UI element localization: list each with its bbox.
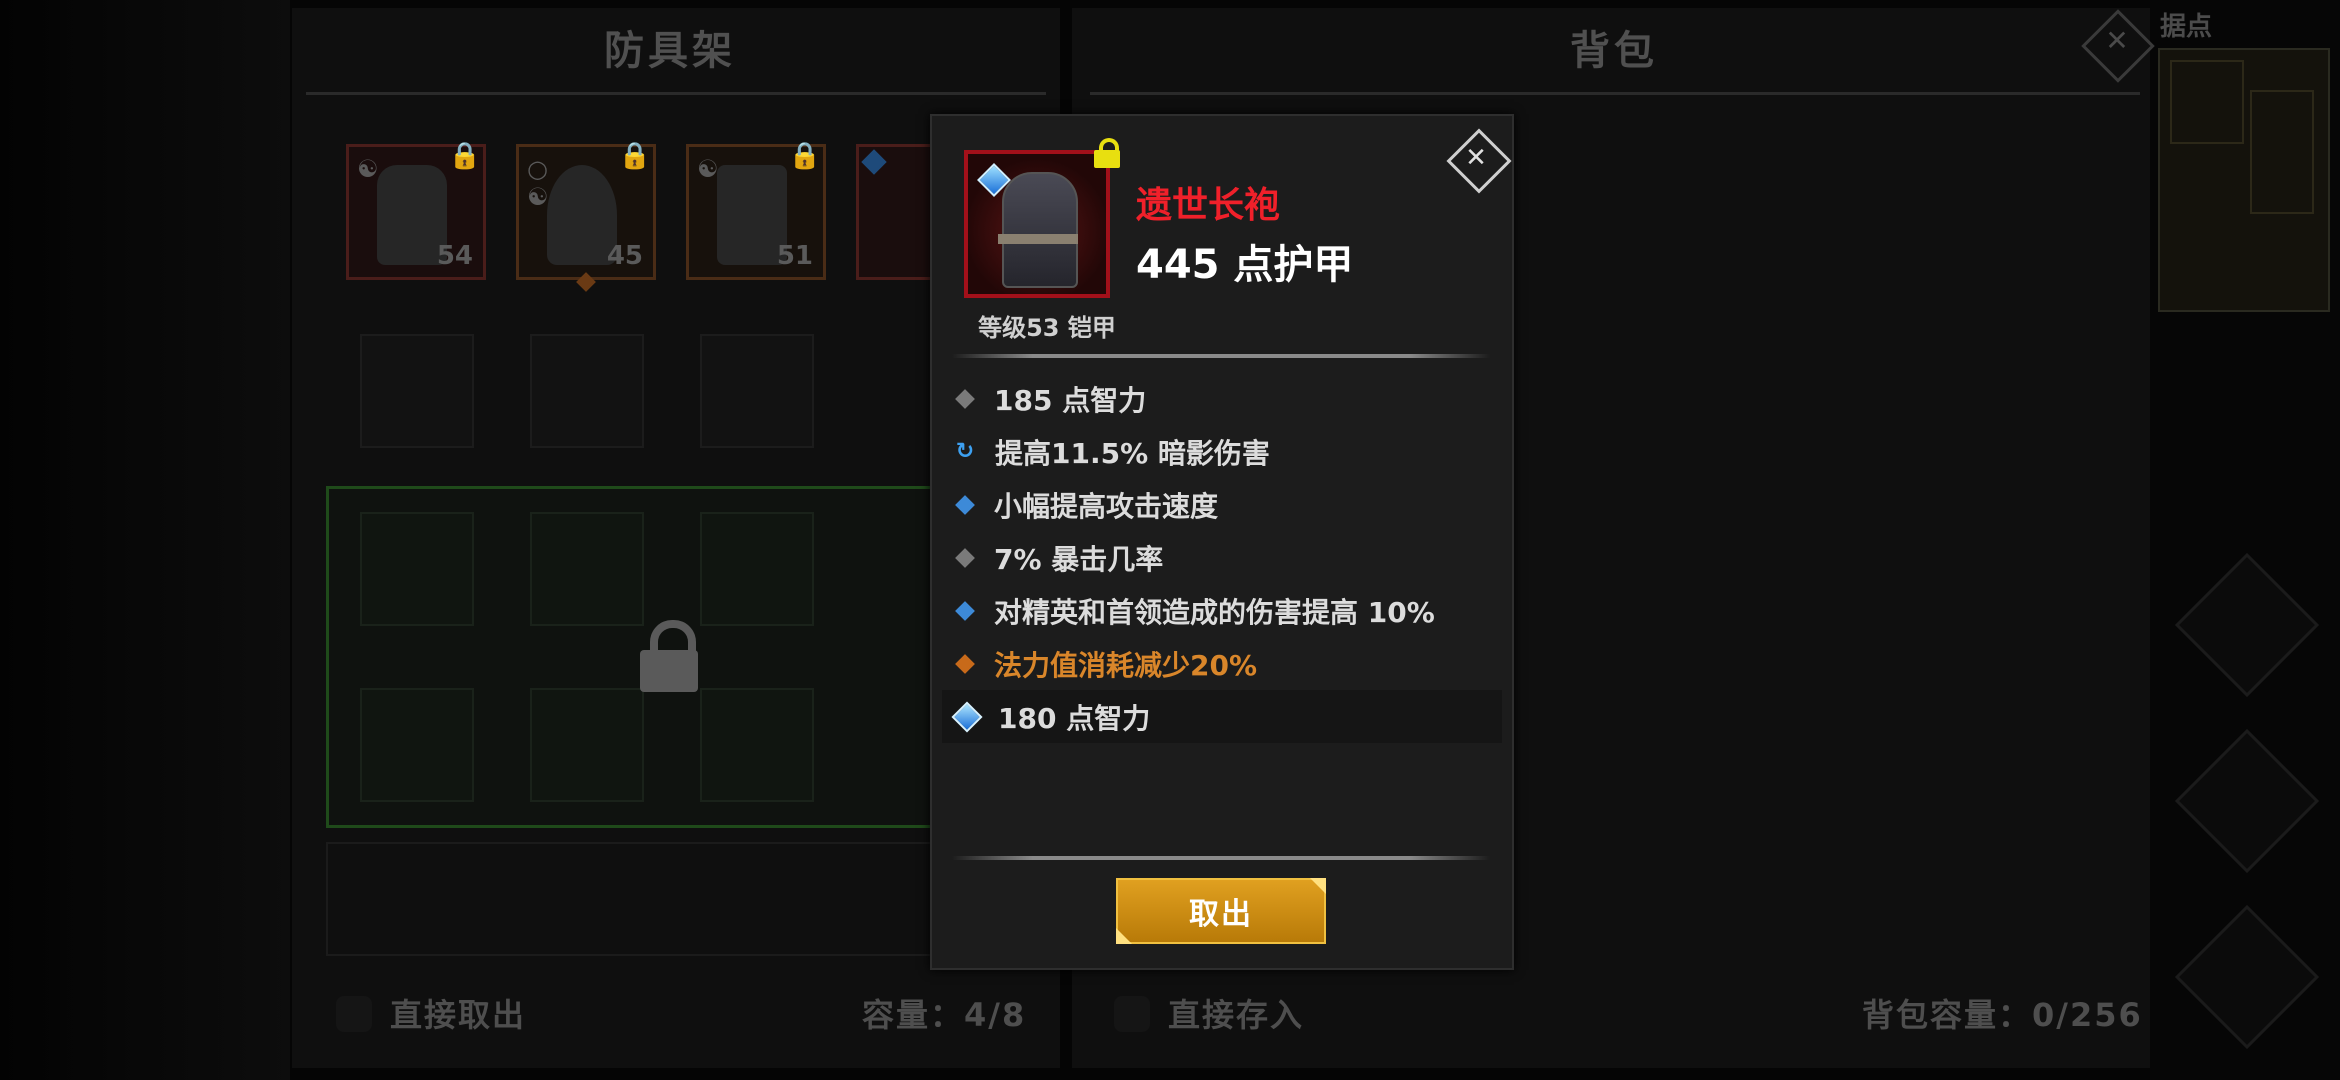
empty-slot[interactable] (360, 334, 474, 448)
diamond-bullet-icon (955, 388, 975, 409)
diamond-bullet-icon (955, 600, 975, 621)
slot-level: 51 (776, 241, 813, 271)
stat-text: 小幅提高攻击速度 (994, 489, 1219, 523)
armor-slot-robe[interactable] (856, 144, 936, 280)
lock-icon[interactable] (1094, 138, 1120, 168)
robe-belt (998, 234, 1078, 244)
stat-text: 180 点智力 (998, 701, 1151, 735)
take-out-button[interactable]: 取出 (1116, 878, 1326, 944)
armor-slot-boots[interactable]: ☯ 🔒 51 (686, 141, 826, 280)
stat-row: 185 点智力 (942, 372, 1502, 425)
backpack-capacity: 背包容量：0/256 (1862, 996, 2143, 1034)
yin-yang-icon: ☯ (527, 183, 549, 211)
panel-divider (306, 92, 1046, 95)
stat-text: 7% 暴击几率 (994, 542, 1164, 576)
diamond-bullet-icon (955, 494, 975, 515)
stat-text: 法力值消耗减少20% (994, 648, 1258, 682)
locked-slot (360, 688, 474, 802)
locked-slot (700, 688, 814, 802)
lock-icon: 🔒 (788, 141, 821, 171)
direct-store-checkbox[interactable] (1114, 996, 1150, 1032)
lock-icon: 🔒 (448, 141, 481, 171)
locked-slot (530, 688, 644, 802)
locked-slot (700, 512, 814, 626)
close-icon[interactable]: ✕ (2102, 24, 2132, 60)
item-icon (964, 150, 1110, 298)
gem-icon (861, 149, 887, 175)
lock-icon (640, 620, 700, 692)
minimap-room (2250, 90, 2314, 214)
stat-row: 7% 暴击几率 (942, 531, 1502, 584)
direct-take-checkbox[interactable] (336, 996, 372, 1032)
stat-row-socket: 180 点智力 (942, 690, 1502, 743)
stat-row: ↻ 提高11.5% 暗影伤害 (942, 425, 1502, 478)
stat-row: 小幅提高攻击速度 (942, 478, 1502, 531)
stat-text: 对精英和首领造成的伤害提高 10% (994, 595, 1435, 629)
background-left (0, 0, 290, 1080)
minimap-room (2170, 60, 2244, 144)
armor-slot-hood[interactable]: ○ ☯ 🔒 45 (516, 141, 656, 292)
gem-icon (951, 700, 983, 733)
item-armor: 445 点护甲 (1136, 242, 1354, 288)
storage-row (326, 842, 936, 956)
minimap-label: 据点 (2160, 12, 2213, 42)
item-name: 遗世长袍 (1136, 185, 1281, 226)
rack-capacity: 容量：4/8 (862, 996, 1027, 1034)
minimap[interactable] (2158, 48, 2330, 312)
locked-slot (530, 512, 644, 626)
slot-level: 45 (606, 241, 643, 271)
stat-text: 提高11.5% 暗影伤害 (995, 436, 1270, 470)
item-tooltip: 遗世长袍 445 点护甲 等级53 铠甲 ✕ 185 点智力 ↻ 提高11.5%… (930, 114, 1514, 970)
backpack-title: 背包 (1570, 28, 1658, 74)
yin-yang-icon: ☯ (697, 155, 719, 183)
direct-take-label: 直接取出 (390, 996, 527, 1034)
direct-store-label: 直接存入 (1168, 996, 1305, 1034)
close-icon[interactable]: ✕ (1458, 140, 1494, 176)
empty-slot[interactable] (530, 334, 644, 448)
locked-slot (360, 512, 474, 626)
stat-text: 185 点智力 (994, 383, 1147, 417)
reroll-icon: ↻ (955, 438, 975, 464)
stat-list: 185 点智力 ↻ 提高11.5% 暗影伤害 小幅提高攻击速度 7% 暴击几率 … (942, 372, 1502, 743)
divider (952, 354, 1490, 358)
empty-slot[interactable] (700, 334, 814, 448)
robe-icon (1002, 172, 1078, 288)
yin-yang-icon: ☯ (357, 155, 379, 183)
item-level-type: 等级53 铠甲 (978, 314, 1116, 342)
diamond-bullet-icon (955, 547, 975, 568)
yin-yang-icon: ○ (527, 155, 548, 183)
stat-row: 对精英和首领造成的伤害提高 10% (942, 584, 1502, 637)
panel-divider (1090, 92, 2140, 95)
divider (952, 856, 1490, 860)
armor-rack-title: 防具架 (604, 28, 736, 74)
armor-slot-helmet[interactable]: ☯ 🔒 54 (346, 141, 486, 280)
diamond-bullet-icon (955, 653, 975, 674)
stat-row-legendary: 法力值消耗减少20% (942, 637, 1502, 690)
lock-icon: 🔒 (618, 141, 651, 171)
slot-level: 54 (436, 241, 473, 271)
